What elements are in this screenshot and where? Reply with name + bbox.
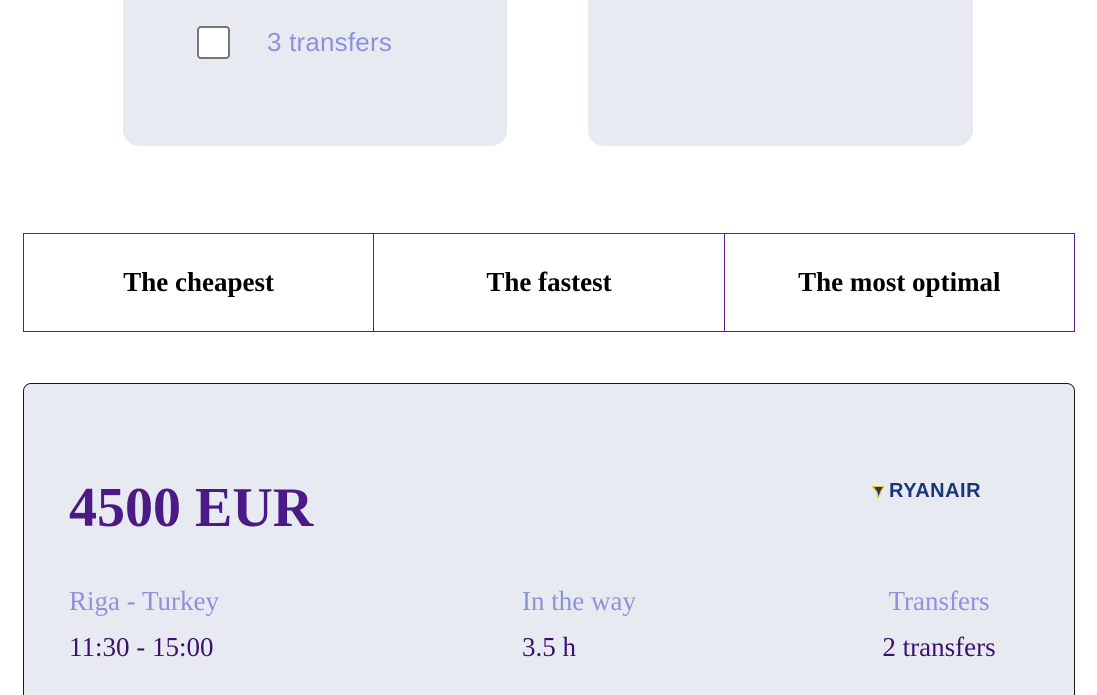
transfers-count: 2 transfers — [882, 632, 996, 662]
route-column: Riga - Turkey 11:30 - 15:00 — [69, 588, 219, 661]
secondary-filter-panel — [588, 0, 973, 146]
flight-duration: 3.5 h — [522, 632, 576, 662]
tab-most-optimal[interactable]: The most optimal — [723, 234, 1074, 331]
page: 3 transfers The cheapest The fastest The… — [0, 0, 1097, 695]
duration-column: In the way 3.5 h — [522, 588, 636, 661]
transfer-option-3[interactable]: 3 transfers — [197, 26, 392, 59]
transfer-3-checkbox[interactable] — [197, 26, 230, 59]
tab-cheapest[interactable]: The cheapest — [24, 234, 374, 331]
ticket-price: 4500 EUR — [69, 477, 314, 539]
flight-time: 11:30 - 15:00 — [69, 632, 214, 662]
airline-logo: RYANAIR — [870, 480, 981, 503]
transfer-option-label: 3 transfers — [267, 27, 393, 57]
airline-name: RYANAIR — [889, 480, 982, 502]
transfers-filter-panel — [123, 0, 507, 146]
ticket-card[interactable]: 4500 EUR RYANAIR Riga - Turkey 11:30 - 1… — [23, 383, 1075, 695]
tab-fastest[interactable]: The fastest — [373, 234, 724, 331]
transfers-column: Transfers 2 transfers — [880, 588, 998, 661]
route-label: Riga - Turkey — [69, 586, 220, 616]
duration-label: In the way — [522, 586, 636, 616]
ryanair-harp-icon — [871, 485, 885, 498]
sort-tabs: The cheapest The fastest The most optima… — [23, 233, 1075, 332]
transfers-label: Transfers — [888, 586, 990, 616]
